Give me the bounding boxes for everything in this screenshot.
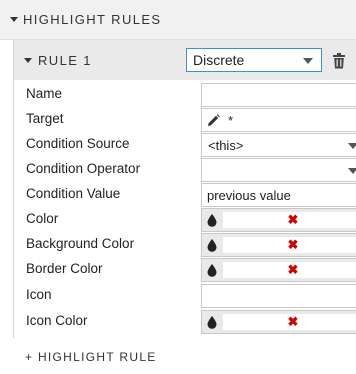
icon-color-row: Icon Color ✖: [26, 310, 356, 335]
background-color-label: Background Color: [26, 236, 135, 251]
caret-down-icon[interactable]: [10, 17, 18, 22]
rule-type-select[interactable]: Discrete: [186, 48, 322, 72]
condition-source-row: Condition Source <this>: [26, 133, 356, 158]
icon-input[interactable]: [201, 284, 356, 308]
target-row: Target *: [26, 108, 356, 133]
color-picker[interactable]: ✖: [201, 208, 356, 232]
color-drop-icon: [207, 316, 217, 329]
name-label: Name: [26, 86, 63, 101]
highlight-rules-panel: HIGHLIGHT RULES RULE 1 Discrete Name Tar…: [0, 0, 356, 374]
border-color-label: Border Color: [26, 261, 103, 276]
color-drop-icon: [207, 239, 217, 252]
condition-value-input[interactable]: previous value: [201, 183, 356, 207]
condition-source-value: <this>: [208, 137, 244, 153]
background-color-row: Background Color ✖: [26, 233, 356, 258]
target-value: *: [228, 112, 234, 128]
add-highlight-rule-button[interactable]: + HIGHLIGHT RULE: [25, 350, 157, 364]
chevron-down-icon: [303, 58, 313, 64]
icon-color-picker[interactable]: ✖: [201, 310, 356, 334]
pencil-icon[interactable]: [207, 113, 220, 127]
clear-x-icon[interactable]: ✖: [288, 212, 299, 228]
chevron-down-icon: [348, 143, 356, 149]
condition-value-label: Condition Value: [26, 186, 121, 201]
highlight-rules-header[interactable]: HIGHLIGHT RULES: [0, 0, 356, 40]
condition-operator-row: Condition Operator: [26, 158, 356, 183]
rule-1-container: RULE 1 Discrete Name Target * Condition …: [13, 40, 356, 338]
icon-row: Icon: [26, 284, 356, 309]
clear-x-icon[interactable]: ✖: [288, 314, 299, 330]
icon-color-label: Icon Color: [26, 313, 88, 328]
condition-source-label: Condition Source: [26, 136, 130, 151]
condition-value-row: Condition Value previous value: [26, 183, 356, 208]
border-color-row: Border Color ✖: [26, 258, 356, 283]
background-color-swatch[interactable]: ✖: [223, 237, 356, 253]
clear-x-icon[interactable]: ✖: [288, 262, 299, 278]
name-row: Name: [26, 83, 356, 108]
caret-down-icon[interactable]: [24, 57, 32, 63]
color-swatch[interactable]: ✖: [223, 212, 356, 228]
name-input[interactable]: [201, 83, 356, 107]
condition-operator-label: Condition Operator: [26, 161, 141, 176]
rule-title: RULE 1: [38, 52, 92, 68]
target-input[interactable]: *: [201, 108, 356, 132]
icon-color-swatch[interactable]: ✖: [223, 314, 356, 330]
color-drop-icon: [207, 214, 217, 227]
trash-icon[interactable]: [332, 53, 346, 69]
background-color-picker[interactable]: ✖: [201, 233, 356, 257]
border-color-picker[interactable]: ✖: [201, 258, 356, 282]
target-label: Target: [26, 111, 64, 126]
color-drop-icon: [207, 264, 217, 277]
color-row: Color ✖: [26, 208, 356, 233]
chevron-down-icon: [348, 168, 356, 174]
border-color-swatch[interactable]: ✖: [223, 262, 356, 278]
condition-operator-select[interactable]: [201, 158, 356, 182]
icon-label: Icon: [26, 287, 52, 302]
condition-source-select[interactable]: <this>: [201, 133, 356, 157]
rule-1-header: RULE 1 Discrete: [14, 40, 356, 80]
clear-x-icon[interactable]: ✖: [288, 237, 299, 253]
rule-type-value: Discrete: [193, 52, 245, 68]
section-title: HIGHLIGHT RULES: [23, 12, 162, 27]
color-label: Color: [26, 211, 59, 226]
